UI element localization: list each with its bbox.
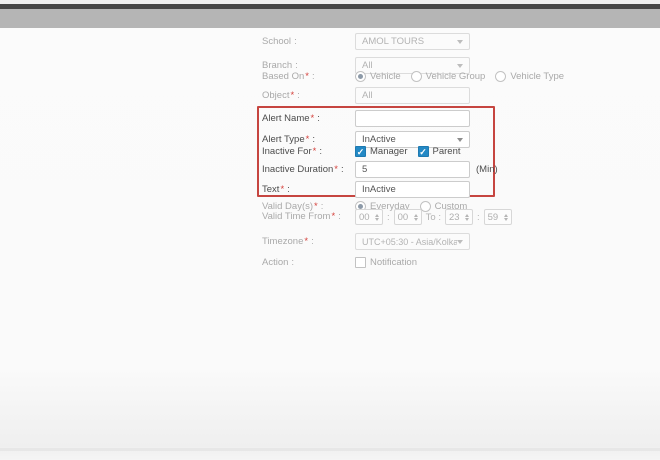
timezone-label: Timezone*: [262, 236, 314, 247]
alert-type-select-value: InActive [362, 134, 396, 145]
object-input-value: All [362, 90, 373, 101]
form-row-object: Object*: All [262, 87, 470, 104]
object-label: Object*: [262, 90, 300, 101]
time-separator: : [476, 211, 480, 223]
checkbox-checked-icon [355, 146, 366, 157]
based-on-label: Based On*: [262, 71, 315, 82]
time-from-hour-input[interactable]: 00 [355, 209, 383, 225]
inactive-for-label: Inactive For*: [262, 146, 322, 157]
time-to-minute-input[interactable]: 59 [483, 209, 512, 225]
school-label: School: [262, 36, 297, 47]
text-label: Text*: [262, 184, 290, 195]
spinner-arrows-icon [464, 213, 469, 221]
form-row-based-on: Based On*: Vehicle Vehicle Group Vehicle… [262, 70, 564, 83]
text-input[interactable] [355, 181, 470, 198]
valid-time-label: Valid Time From*: [262, 211, 341, 222]
form-row-action: Action: Notification [262, 256, 417, 269]
alert-config-page: { "colors": { "highlight_border": "#c645… [0, 0, 660, 460]
timezone-select-value: UTC+05:30 - Asia/Kolkata [362, 236, 457, 247]
form-row-school: School: AMOL TOURS [262, 33, 470, 50]
time-to-separator: To : [425, 211, 441, 223]
inactive-duration-label: Inactive Duration*: [262, 164, 344, 175]
alert-name-input[interactable] [355, 110, 470, 127]
duration-unit-label: (Min) [476, 164, 498, 175]
form-row-timezone: Timezone*: UTC+05:30 - Asia/Kolkata [262, 233, 470, 250]
form-row-text: Text*: [262, 181, 470, 198]
spinner-arrows-icon [503, 213, 508, 221]
alert-name-label: Alert Name*: [262, 113, 320, 124]
spinner-arrows-icon [413, 213, 418, 221]
time-separator: : [387, 211, 390, 223]
form-row-valid-time: Valid Time From*: 00 : 00 To : 23 : 59 [262, 209, 512, 225]
inactive-duration-input[interactable] [355, 161, 470, 178]
radio-icon [495, 71, 507, 82]
checkbox-manager[interactable]: Manager [355, 146, 408, 157]
chevron-down-icon [457, 63, 463, 68]
chevron-down-icon [457, 137, 463, 142]
bottom-divider [0, 448, 660, 451]
timezone-select[interactable]: UTC+05:30 - Asia/Kolkata [355, 233, 470, 250]
spinner-arrows-icon [375, 213, 379, 221]
checkbox-unchecked-icon [355, 257, 366, 268]
top-gray-bar [0, 9, 660, 28]
object-input[interactable]: All [355, 87, 470, 104]
school-select[interactable]: AMOL TOURS [355, 33, 470, 50]
time-to-hour-input[interactable]: 23 [444, 209, 473, 225]
checkbox-checked-icon [417, 146, 429, 157]
form-row-inactive-for: Inactive For*: Manager Parent [262, 145, 461, 158]
radio-vehicle-group[interactable]: Vehicle Group [410, 71, 485, 82]
chevron-down-icon [457, 239, 463, 244]
radio-icon [410, 71, 422, 82]
form-row-alert-name: Alert Name*: [262, 110, 470, 127]
form-row-inactive-duration: Inactive Duration*: (Min) [262, 161, 498, 178]
time-from-minute-input[interactable]: 00 [393, 209, 422, 225]
radio-vehicle-type[interactable]: Vehicle Type [495, 71, 564, 82]
chevron-down-icon [457, 39, 463, 44]
radio-selected-icon [355, 71, 366, 82]
checkbox-parent[interactable]: Parent [417, 146, 461, 157]
school-select-value: AMOL TOURS [362, 36, 425, 47]
action-label: Action: [262, 257, 295, 268]
radio-vehicle[interactable]: Vehicle [355, 71, 401, 82]
checkbox-notification[interactable]: Notification [355, 257, 417, 268]
